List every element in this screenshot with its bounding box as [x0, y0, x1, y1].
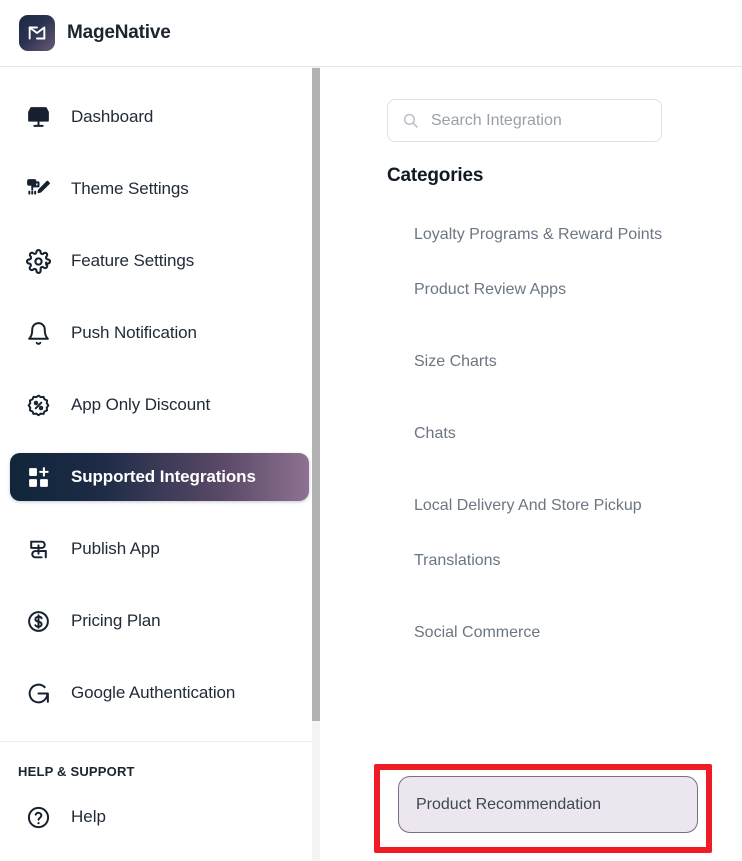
sidebar-item-label: Dashboard [71, 107, 154, 126]
brand-name: MageNative [67, 22, 171, 43]
help-support-title: HELP & SUPPORT [18, 764, 135, 779]
search-wrapper [387, 99, 662, 142]
dollar-circle-icon [24, 607, 52, 635]
sidebar-item-help[interactable]: Help [10, 793, 309, 841]
sidebar-item-google-authentication[interactable]: Google Authentication [10, 669, 309, 717]
sidebar-nav: Dashboard Theme Settings Feature Setting… [0, 67, 319, 841]
sidebar-item-label: Theme Settings [71, 179, 189, 198]
sidebar-item-label: Push Notification [71, 323, 197, 342]
sidebar: Dashboard Theme Settings Feature Setting… [0, 67, 320, 861]
categories-heading: Categories [387, 165, 484, 186]
category-item[interactable]: Social Commerce [321, 620, 742, 645]
gear-icon [24, 247, 52, 275]
category-item[interactable]: Translations [321, 548, 742, 573]
sidebar-item-label: Supported Integrations [71, 467, 256, 486]
categories-list: Loyalty Programs & Reward Points Product… [321, 222, 742, 692]
category-item-label: Product Recommendation [416, 795, 601, 813]
sidebar-item-publish-app[interactable]: Publish App [10, 525, 309, 573]
sidebar-item-label: Help [71, 807, 106, 826]
sidebar-item-app-only-discount[interactable]: App Only Discount [10, 381, 309, 429]
grid-plus-icon [24, 463, 52, 491]
storefront-icon [24, 103, 52, 131]
sidebar-item-label: Google Authentication [71, 683, 236, 702]
app-header: MageNative [0, 0, 742, 67]
category-item[interactable]: Size Charts [321, 349, 742, 374]
sidebar-scrollbar-thumb[interactable] [312, 68, 320, 721]
paint-roller-pencil-icon [24, 175, 52, 203]
search-input[interactable] [431, 111, 646, 130]
sidebar-item-label: Feature Settings [71, 251, 195, 270]
category-item[interactable]: Loyalty Programs & Reward Points [321, 222, 742, 247]
main-panel: Categories Loyalty Programs & Reward Poi… [321, 67, 742, 861]
category-item[interactable]: Local Delivery And Store Pickup [321, 493, 742, 518]
search-icon [402, 112, 419, 129]
bell-icon [24, 319, 52, 347]
discount-badge-icon [24, 391, 52, 419]
sidebar-item-label: App Only Discount [71, 395, 211, 414]
sidebar-item-push-notification[interactable]: Push Notification [10, 309, 309, 357]
app-root: MageNative Dashboard Theme Settings Feat… [0, 0, 742, 861]
category-item-product-recommendation[interactable]: Product Recommendation [398, 776, 698, 833]
sidebar-item-supported-integrations[interactable]: Supported Integrations [10, 453, 309, 501]
search-box[interactable] [387, 99, 662, 142]
category-item[interactable]: Product Review Apps [321, 277, 742, 302]
sidebar-item-theme-settings[interactable]: Theme Settings [10, 165, 309, 213]
sidebar-item-label: Publish App [71, 539, 160, 558]
question-circle-icon [24, 803, 52, 831]
magenative-monogram-icon [19, 15, 55, 51]
google-g-icon [24, 679, 52, 707]
sidebar-item-label: Pricing Plan [71, 611, 161, 630]
sidebar-item-feature-settings[interactable]: Feature Settings [10, 237, 309, 285]
sidebar-item-dashboard[interactable]: Dashboard [10, 93, 309, 141]
publish-app-icon [24, 535, 52, 563]
brand[interactable]: MageNative [19, 15, 171, 51]
sidebar-item-pricing-plan[interactable]: Pricing Plan [10, 597, 309, 645]
category-item[interactable]: Chats [321, 421, 742, 446]
